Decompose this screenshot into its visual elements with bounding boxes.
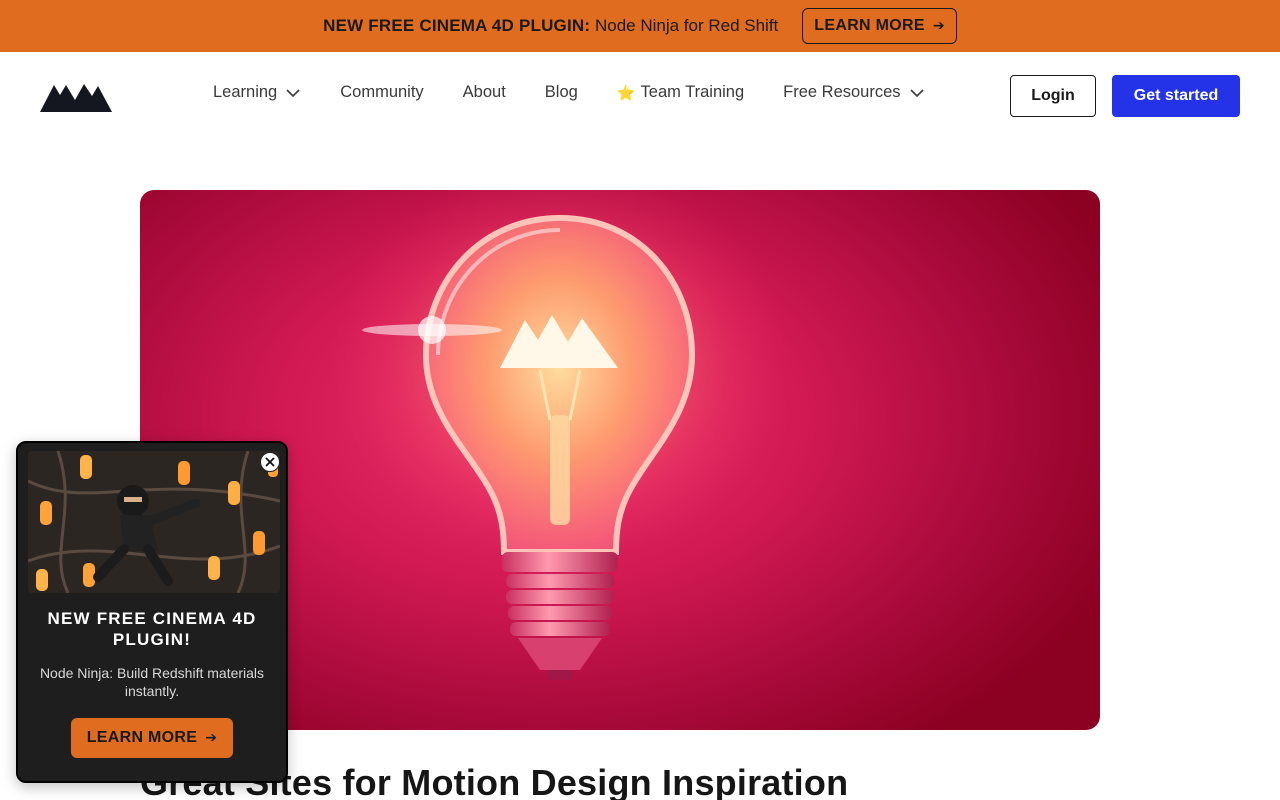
chevron-down-icon	[286, 88, 300, 97]
nav-item-free-resources[interactable]: Free Resources	[783, 83, 924, 102]
promo-subtext: Node Ninja for Red Shift	[594, 16, 779, 35]
popup-learn-more-button[interactable]: LEARN MORE ➔	[71, 718, 233, 758]
main-nav: Learning Community About Blog ⭐ Team Tra…	[213, 83, 925, 102]
arrow-right-icon: ➔	[205, 730, 218, 746]
get-started-button[interactable]: Get started	[1112, 75, 1240, 117]
nav-item-blog[interactable]: Blog	[545, 83, 578, 102]
nav-item-team-training[interactable]: ⭐ Team Training	[617, 83, 744, 102]
nav-item-label: Free Resources	[783, 83, 901, 101]
nav-item-label: Blog	[544, 83, 578, 101]
arrow-right-icon: ➔	[932, 18, 945, 34]
popup-title: NEW FREE CINEMA 4D PLUGIN!	[47, 609, 257, 649]
close-icon[interactable]	[260, 452, 280, 472]
login-button[interactable]: Login	[1010, 75, 1096, 117]
popup-description: Node Ninja: Build Redshift materials ins…	[39, 665, 265, 699]
promo-text: NEW FREE CINEMA 4D PLUGIN: Node Ninja fo…	[323, 16, 778, 36]
nav-item-learning[interactable]: Learning	[213, 83, 301, 102]
mountain-logo-icon[interactable]	[40, 80, 112, 112]
promo-button-label: LEARN MORE	[814, 17, 925, 34]
nav-item-community[interactable]: Community	[340, 83, 423, 102]
popup-button-label: LEARN MORE	[86, 729, 198, 746]
ninja-illustration	[28, 451, 280, 593]
nav-item-label: Team Training	[640, 83, 745, 101]
popup-image	[28, 451, 280, 593]
nav-item-label: Learning	[213, 83, 278, 101]
star-icon: ⭐	[616, 83, 636, 102]
nav-item-label: About	[462, 83, 506, 101]
site-header: Learning Community About Blog ⭐ Team Tra…	[0, 52, 1280, 138]
promo-learn-more-button[interactable]: LEARN MORE ➔	[802, 8, 957, 44]
nav-item-about[interactable]: About	[463, 83, 506, 102]
nav-item-label: Community	[340, 83, 424, 101]
promo-bar: NEW FREE CINEMA 4D PLUGIN: Node Ninja fo…	[0, 0, 1280, 52]
chevron-down-icon	[909, 88, 924, 97]
promo-popup: NEW FREE CINEMA 4D PLUGIN! Node Ninja: B…	[16, 441, 288, 783]
promo-headline: NEW FREE CINEMA 4D PLUGIN:	[323, 16, 591, 35]
